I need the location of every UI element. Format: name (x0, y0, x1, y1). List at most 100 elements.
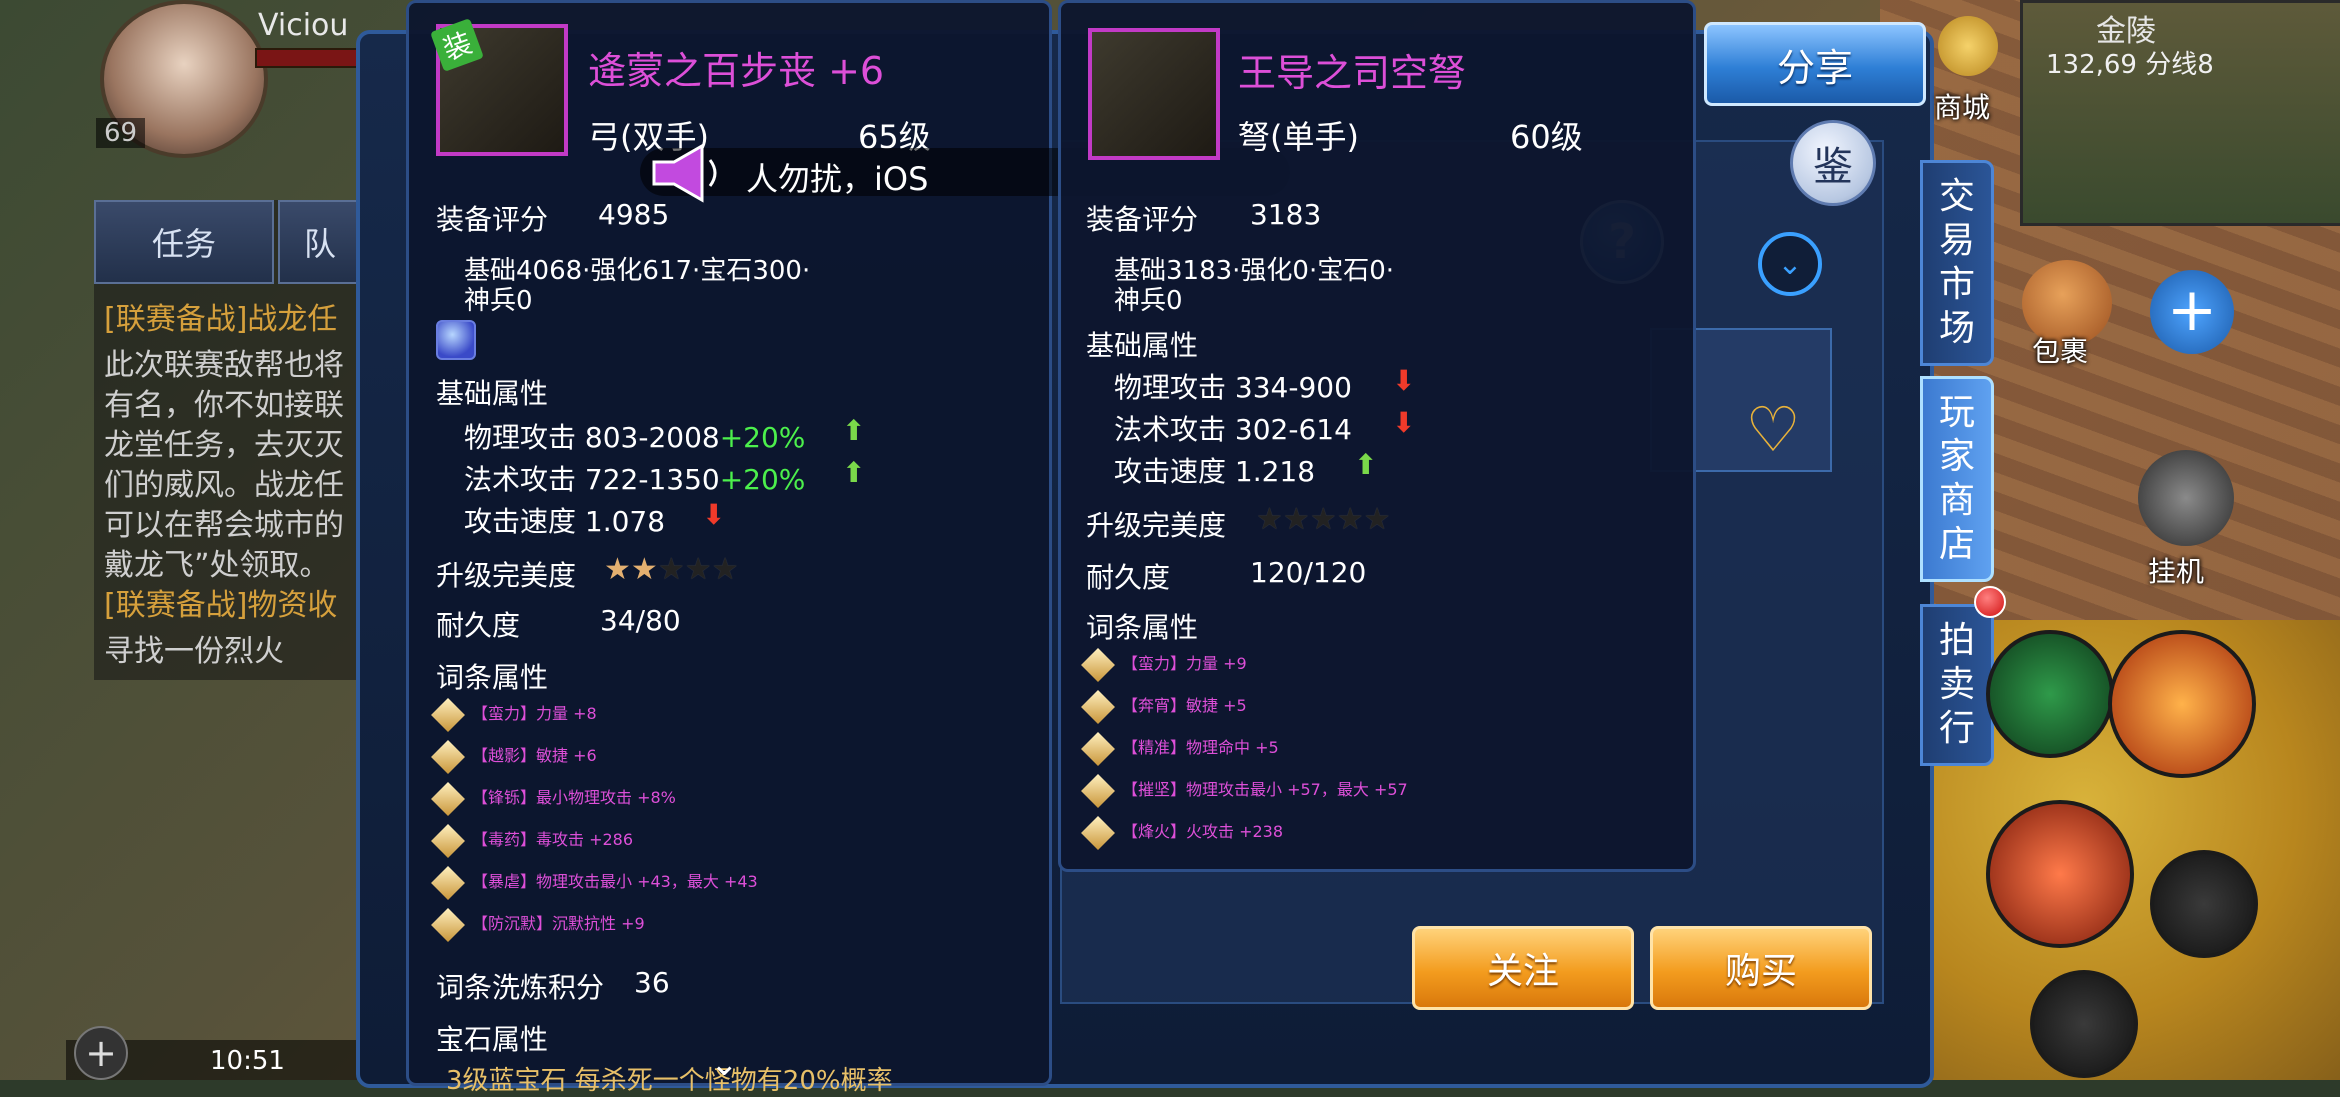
chat-plus-button[interactable]: + (74, 1026, 128, 1080)
affix-text: 【防沉默】沉默抗性 +9 (472, 914, 645, 933)
attr-row: 攻击速度 1.218 (1114, 455, 1316, 488)
item-name: 逄蒙之百步丧 +6 (588, 49, 885, 93)
star-icon: ★ (657, 552, 685, 587)
follow-button[interactable]: 关注 (1412, 926, 1634, 1010)
diamond-icon (1081, 815, 1115, 850)
buy-button[interactable]: 购买 (1650, 926, 1872, 1010)
mall-label[interactable]: 商城 (1934, 86, 1990, 126)
bag-label[interactable]: 包裹 (2032, 330, 2088, 370)
base-attr-header: 基础属性 (436, 377, 549, 410)
tab-auction[interactable]: 拍卖行 (1920, 604, 1994, 766)
refine-value: 36 (634, 966, 670, 999)
share-button[interactable]: 分享 (1704, 22, 1926, 106)
attr-row: 法术攻击 302-614 (1114, 413, 1352, 446)
diamond-icon (1081, 689, 1115, 724)
affix-row: 【毒药】毒攻击 +286 (431, 823, 634, 858)
diamond-icon (1081, 731, 1115, 766)
affix-row: 【蛮力】力量 +9 (1081, 647, 1247, 682)
coin-icon[interactable] (1938, 16, 1998, 76)
affix-text: 【暴虐】物理攻击最小 +43，最大 +43 (472, 872, 758, 891)
gem-line: 3级蓝宝石 每杀死一个怪物有20%概率 (446, 1066, 893, 1096)
score-value: 3183 (1250, 198, 1322, 231)
upgrade-label: 升级完美度 (1086, 509, 1227, 542)
gem-icon (436, 320, 476, 360)
affix-row: 【精准】物理命中 +5 (1081, 731, 1279, 766)
tab-trade-market[interactable]: 交易市场 (1920, 160, 1994, 366)
player-level: 69 (96, 118, 146, 148)
skill-button[interactable] (2108, 630, 2256, 778)
star-icon: ★ (1309, 502, 1337, 537)
star-icon: ★ (630, 552, 658, 587)
attr-name: 物理攻击 803-2008 (464, 421, 720, 454)
attr-bonus: +20% (719, 421, 806, 454)
affix-text: 【毒药】毒攻击 +286 (472, 830, 634, 849)
quest-line: 龙堂任务，去灭灭 (104, 428, 344, 463)
auto-battle-label[interactable]: 挂机 (2148, 550, 2204, 590)
notification-dot (1974, 586, 2006, 618)
attr-row: 法术攻击 722-1350+20% (464, 458, 805, 498)
tab-task[interactable]: 任务 (94, 200, 274, 284)
item-level: 60级 (1510, 118, 1583, 156)
star-icon: ★ (1256, 502, 1283, 537)
quest-line: 可以在帮会城市的 (104, 508, 344, 543)
diamond-icon (431, 697, 465, 732)
arrow-down-icon: ⬇ (702, 498, 726, 531)
quest-line: 们的威风。战龙任 (104, 468, 344, 503)
attr-row: 物理攻击 334-900 (1114, 371, 1352, 404)
diamond-icon (431, 907, 465, 942)
add-icon[interactable]: + (2150, 270, 2234, 354)
arrow-up-icon: ⬆ (842, 456, 866, 489)
skill-button[interactable] (1986, 630, 2114, 758)
affix-row: 【防沉默】沉默抗性 +9 (431, 907, 645, 942)
clock: 10:51 (210, 1046, 285, 1076)
affix-row: 【蛮力】力量 +8 (431, 697, 597, 732)
broadcast-text: 人勿扰，iOS (746, 160, 929, 198)
crossbow-item-icon (1088, 28, 1220, 160)
score-label: 装备评分 (436, 203, 549, 236)
skill-button[interactable] (1986, 800, 2134, 948)
attr-row: 物理攻击 803-2008+20% (464, 416, 805, 456)
attr-bonus: +20% (719, 463, 806, 496)
quest-line: 此次联赛敌帮也将 (104, 348, 344, 383)
chevron-down-icon[interactable]: ⌄ (710, 1044, 739, 1084)
minimap[interactable] (2020, 0, 2340, 226)
affix-row: 【奔宵】敏捷 +5 (1081, 689, 1247, 724)
durability-value: 34/80 (600, 604, 681, 637)
skill-button[interactable] (2150, 850, 2258, 958)
affix-row: 【暴虐】物理攻击最小 +43，最大 +43 (431, 865, 758, 900)
chevron-down-icon[interactable]: ⌄ (1758, 232, 1822, 296)
quest-line[interactable]: [联赛备战]物资收 (104, 586, 384, 626)
heart-icon[interactable]: ♡ (1738, 399, 1808, 461)
map-coords: 132,69 分线8 (2046, 50, 2214, 80)
star-icon: ★ (1282, 502, 1310, 537)
affix-header: 词条属性 (436, 661, 549, 694)
quest-line: 寻找一份烈火 (104, 634, 284, 669)
durability-label: 耐久度 (436, 609, 521, 642)
quest-line[interactable]: [联赛备战]战龙任 (104, 300, 384, 340)
arrow-up-icon: ⬆ (1354, 448, 1378, 481)
diamond-icon (431, 781, 465, 816)
crossed-swords-icon[interactable] (2138, 450, 2234, 546)
star-icon: ★ (1336, 502, 1364, 537)
affix-text: 【摧坚】物理攻击最小 +57，最大 +57 (1122, 780, 1408, 799)
affix-header: 词条属性 (1086, 611, 1199, 644)
durability-label: 耐久度 (1086, 561, 1171, 594)
affix-text: 【越影】敏捷 +6 (472, 746, 597, 765)
arrow-down-icon: ⬇ (1392, 406, 1416, 439)
affix-text: 【奔宵】敏捷 +5 (1122, 696, 1247, 715)
affix-row: 【越影】敏捷 +6 (431, 739, 597, 774)
arrow-down-icon: ⬇ (1392, 364, 1416, 397)
star-icon: ★ (604, 552, 631, 587)
tab-player-shop[interactable]: 玩家商店 (1920, 376, 1994, 582)
star-icon: ★ (684, 552, 712, 587)
quest-line: 戴龙飞”处领取。 (104, 548, 330, 583)
speaker-icon (652, 143, 717, 203)
refine-label: 词条洗炼积分 (436, 971, 605, 1004)
upgrade-stars: ★★★★★ (1256, 502, 1391, 537)
affix-text: 【精准】物理命中 +5 (1122, 738, 1279, 757)
tab-team[interactable]: 队 (278, 200, 362, 284)
affix-text: 【锋铄】最小物理攻击 +8% (472, 788, 676, 807)
identify-button[interactable]: 鉴 (1790, 120, 1876, 206)
diamond-icon (431, 739, 465, 774)
skill-button[interactable] (2030, 970, 2138, 1078)
